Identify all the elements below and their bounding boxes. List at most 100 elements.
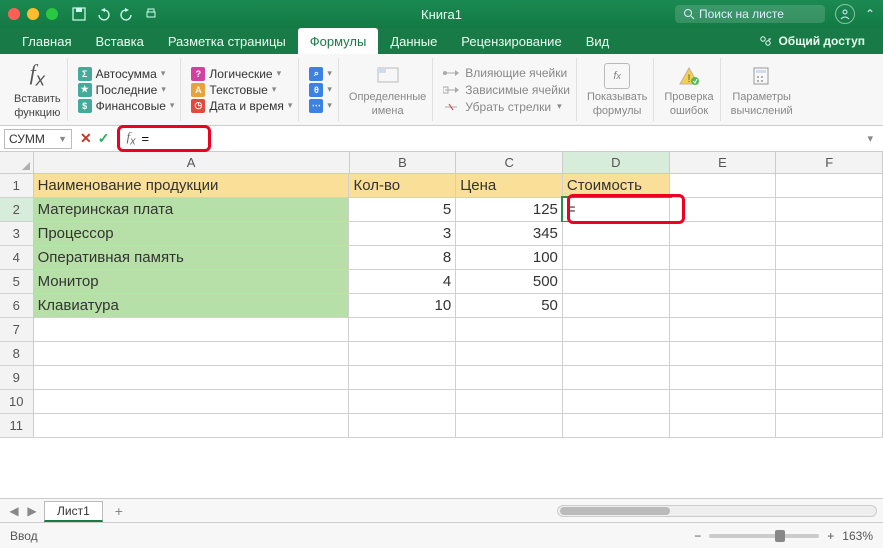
col-header-B[interactable]: B [350, 152, 457, 173]
cell-F4[interactable] [776, 246, 883, 269]
datetime-button[interactable]: ◷Дата и время▾ [191, 99, 292, 113]
confirm-edit-button[interactable]: ✓ [98, 130, 110, 147]
show-formulas-button[interactable]: fx Показывать формулы [587, 63, 647, 117]
text-button[interactable]: AТекстовые▾ [191, 83, 292, 97]
logical-button[interactable]: ?Логические▾ [191, 67, 292, 81]
zoom-slider-thumb[interactable] [775, 530, 785, 542]
cell-B4[interactable]: 8 [349, 246, 456, 269]
zoom-percent[interactable]: 163% [842, 529, 873, 543]
cell-E3[interactable] [670, 222, 777, 245]
cell-A3[interactable]: Процессор [34, 222, 350, 245]
cell-A2[interactable]: Материнская плата [34, 198, 350, 221]
col-header-E[interactable]: E [670, 152, 777, 173]
cell-B1[interactable]: Кол-во [349, 174, 456, 197]
cell-B6[interactable]: 10 [349, 294, 456, 317]
cell-D2-editing[interactable]: = [563, 198, 670, 221]
row-header-3[interactable]: 3 [0, 222, 34, 245]
save-icon[interactable] [70, 5, 88, 23]
share-button[interactable]: Общий доступ [750, 28, 873, 54]
scrollbar-thumb[interactable] [560, 507, 670, 515]
tab-insert[interactable]: Вставка [83, 28, 155, 54]
cell-E6[interactable] [670, 294, 777, 317]
tab-data[interactable]: Данные [378, 28, 449, 54]
sheet-nav-prev-icon[interactable]: ◀ [6, 504, 22, 518]
cell-F1[interactable] [776, 174, 883, 197]
name-box[interactable]: СУММ ▼ [4, 129, 72, 149]
lookup-button[interactable]: ⌕▾ [309, 67, 332, 81]
cell-D5[interactable] [563, 270, 670, 293]
sheet-search[interactable]: Поиск на листе [675, 5, 825, 23]
help-icon[interactable]: ⌃ [865, 7, 875, 21]
cell-F5[interactable] [776, 270, 883, 293]
cell-C2[interactable]: 125 [456, 198, 563, 221]
minimize-window-icon[interactable] [27, 8, 39, 20]
cell-F3[interactable] [776, 222, 883, 245]
row-header-4[interactable]: 4 [0, 246, 34, 269]
cancel-edit-button[interactable]: ✕ [80, 130, 92, 147]
tab-review[interactable]: Рецензирование [449, 28, 573, 54]
col-header-F[interactable]: F [776, 152, 883, 173]
cell-F6[interactable] [776, 294, 883, 317]
cell-C5[interactable]: 500 [456, 270, 563, 293]
autosum-button[interactable]: ΣАвтосумма▾ [78, 67, 175, 81]
col-header-D[interactable]: D [563, 152, 670, 173]
cell-C3[interactable]: 345 [456, 222, 563, 245]
trace-dependents-button[interactable]: Зависимые ячейки [443, 83, 570, 97]
row-header-2[interactable]: 2 [0, 198, 34, 221]
cell-B2[interactable]: 5 [349, 198, 456, 221]
row-header-6[interactable]: 6 [0, 294, 34, 317]
redo-icon[interactable] [118, 5, 136, 23]
more-functions-button[interactable]: ⋯▾ [309, 99, 332, 113]
horizontal-scrollbar[interactable] [557, 505, 877, 517]
col-header-A[interactable]: A [34, 152, 350, 173]
cell-A5[interactable]: Монитор [34, 270, 350, 293]
cell-A1[interactable]: Наименование продукции [34, 174, 350, 197]
zoom-in-button[interactable]: + [827, 529, 834, 543]
tab-home[interactable]: Главная [10, 28, 83, 54]
cell-D1[interactable]: Стоимость [563, 174, 670, 197]
tab-view[interactable]: Вид [574, 28, 622, 54]
cell-B3[interactable]: 3 [349, 222, 456, 245]
formula-bar-expand-icon[interactable]: ▾ [861, 132, 879, 145]
error-checking-button[interactable]: ! Проверка ошибок [664, 63, 713, 117]
cell-E1[interactable] [670, 174, 777, 197]
print-icon[interactable] [142, 5, 160, 23]
select-all-corner[interactable] [0, 152, 34, 173]
row-header-5[interactable]: 5 [0, 270, 34, 293]
cell-D6[interactable] [563, 294, 670, 317]
zoom-out-button[interactable]: − [694, 529, 701, 543]
cell-C1[interactable]: Цена [456, 174, 563, 197]
cell-A4[interactable]: Оперативная память [34, 246, 350, 269]
financial-button[interactable]: $Финансовые▾ [78, 99, 175, 113]
calculation-options-button[interactable]: Параметры вычислений [731, 63, 793, 117]
undo-icon[interactable] [94, 5, 112, 23]
cell-E4[interactable] [670, 246, 777, 269]
recent-functions-button[interactable]: ★Последние▾ [78, 83, 175, 97]
remove-arrows-button[interactable]: Убрать стрелки▾ [443, 100, 570, 114]
col-header-C[interactable]: C [456, 152, 563, 173]
cell-B5[interactable]: 4 [349, 270, 456, 293]
cell-D3[interactable] [563, 222, 670, 245]
spreadsheet-grid[interactable]: A B C D E F 1 Наименование продукции Кол… [0, 152, 883, 498]
cell-E5[interactable] [670, 270, 777, 293]
row-header-1[interactable]: 1 [0, 174, 34, 197]
cell-C4[interactable]: 100 [456, 246, 563, 269]
cell-A6[interactable]: Клавиатура [34, 294, 350, 317]
math-button[interactable]: θ▾ [309, 83, 332, 97]
tab-formulas[interactable]: Формулы [298, 28, 379, 54]
sheet-nav-next-icon[interactable]: ▶ [24, 504, 40, 518]
zoom-slider[interactable] [709, 534, 819, 538]
defined-names-button[interactable]: Определенные имена [349, 63, 426, 117]
zoom-window-icon[interactable] [46, 8, 58, 20]
add-sheet-button[interactable]: + [107, 503, 131, 519]
trace-precedents-button[interactable]: Влияющие ячейки [443, 66, 570, 80]
cell-E2[interactable] [670, 198, 777, 221]
cell-C6[interactable]: 50 [456, 294, 563, 317]
formula-input[interactable] [142, 131, 202, 146]
close-window-icon[interactable] [8, 8, 20, 20]
cell-F2[interactable] [776, 198, 883, 221]
cell-D4[interactable] [563, 246, 670, 269]
user-account-icon[interactable] [835, 4, 855, 24]
insert-function-button[interactable]: fx Вставить функцию [14, 60, 61, 118]
sheet-tab-1[interactable]: Лист1 [44, 501, 103, 522]
